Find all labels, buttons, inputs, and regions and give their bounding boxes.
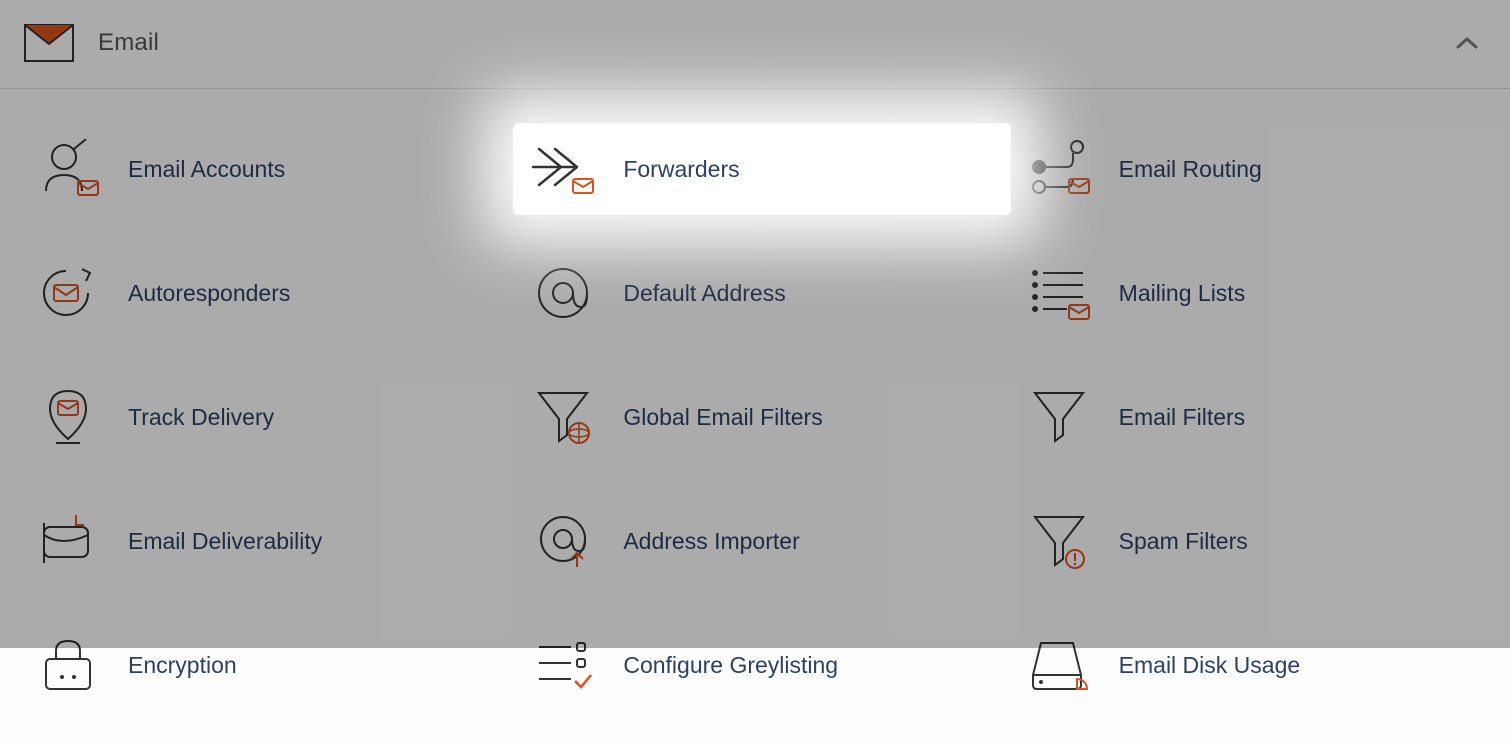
panel-header-left: Email	[24, 24, 159, 62]
track-delivery-icon	[36, 387, 100, 447]
autoresponders-icon	[36, 263, 100, 323]
item-label: Address Importer	[623, 528, 799, 555]
email-section-icon	[24, 24, 74, 62]
configure-greylisting-icon	[531, 635, 595, 695]
item-email-filters[interactable]: Email Filters	[1015, 377, 1500, 457]
item-spam-filters[interactable]: Spam Filters	[1015, 501, 1500, 581]
item-label: Encryption	[128, 652, 237, 679]
item-label: Mailing Lists	[1119, 280, 1246, 307]
panel-title: Email	[98, 29, 159, 57]
email-accounts-icon	[36, 139, 100, 199]
forwarders-icon	[531, 139, 595, 199]
encryption-icon	[36, 635, 100, 695]
item-label: Email Disk Usage	[1119, 652, 1301, 679]
item-track-delivery[interactable]: Track Delivery	[24, 377, 509, 457]
item-label: Autoresponders	[128, 280, 290, 307]
item-encryption[interactable]: Encryption	[24, 625, 509, 705]
email-disk-usage-icon	[1027, 635, 1091, 695]
email-items-grid: Email Accounts Forwarders	[0, 89, 1510, 745]
item-forwarders[interactable]: Forwarders	[513, 123, 1010, 215]
item-email-routing[interactable]: Email Routing	[1015, 129, 1500, 209]
item-label: Spam Filters	[1119, 528, 1248, 555]
email-panel: Email Email Accounts	[0, 0, 1510, 745]
email-deliverability-icon	[36, 511, 100, 571]
mailing-lists-icon	[1027, 263, 1091, 323]
collapse-toggle[interactable]	[1452, 28, 1482, 58]
item-label: Email Accounts	[128, 156, 285, 183]
item-mailing-lists[interactable]: Mailing Lists	[1015, 253, 1500, 333]
default-address-icon	[531, 263, 595, 323]
panel-header: Email	[0, 0, 1510, 89]
item-autoresponders[interactable]: Autoresponders	[24, 253, 509, 333]
item-label: Configure Greylisting	[623, 652, 838, 679]
item-global-email-filters[interactable]: Global Email Filters	[519, 377, 1004, 457]
spam-filters-icon	[1027, 511, 1091, 571]
email-routing-icon	[1027, 139, 1091, 199]
email-filters-icon	[1027, 387, 1091, 447]
item-default-address[interactable]: Default Address	[519, 253, 1004, 333]
item-address-importer[interactable]: Address Importer	[519, 501, 1004, 581]
item-email-accounts[interactable]: Email Accounts	[24, 129, 509, 209]
item-label: Global Email Filters	[623, 404, 822, 431]
item-label: Email Deliverability	[128, 528, 322, 555]
item-label: Forwarders	[623, 156, 739, 183]
address-importer-icon	[531, 511, 595, 571]
item-email-disk-usage[interactable]: Email Disk Usage	[1015, 625, 1500, 705]
item-email-deliverability[interactable]: Email Deliverability	[24, 501, 509, 581]
item-label: Track Delivery	[128, 404, 274, 431]
item-label: Email Routing	[1119, 156, 1262, 183]
global-email-filters-icon	[531, 387, 595, 447]
item-configure-greylisting[interactable]: Configure Greylisting	[519, 625, 1004, 705]
item-label: Default Address	[623, 280, 785, 307]
item-label: Email Filters	[1119, 404, 1246, 431]
